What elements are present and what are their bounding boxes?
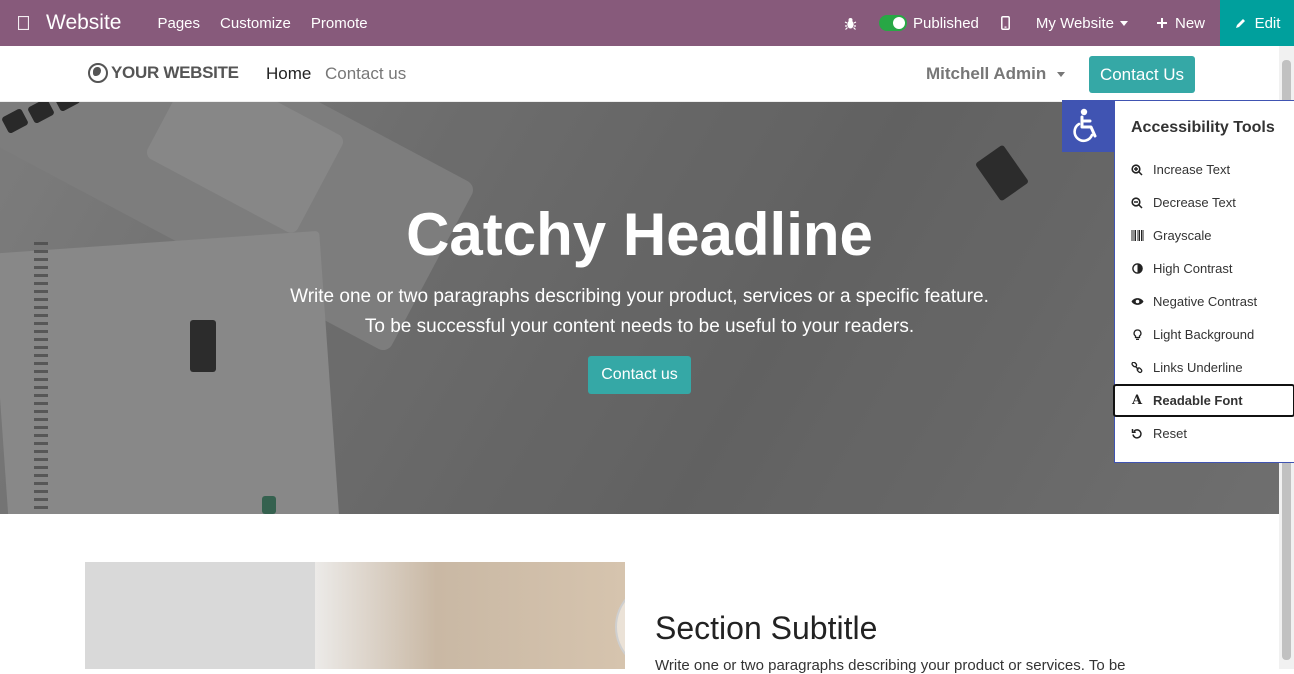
eye-icon xyxy=(1130,295,1144,309)
new-button-label: New xyxy=(1174,14,1205,32)
accessibility-toggle-button[interactable] xyxy=(1062,100,1114,152)
a11y-item-label: High Contrast xyxy=(1153,261,1233,276)
website-switcher[interactable]: My Website xyxy=(1036,15,1128,32)
section-image xyxy=(85,562,625,669)
plus-icon xyxy=(1156,18,1167,28)
section-subtitle: Section Subtitle xyxy=(655,610,878,646)
a11y-grayscale[interactable]: Grayscale xyxy=(1115,219,1294,252)
user-name: Mitchell Admin xyxy=(926,64,1047,83)
a11y-item-label: Reset xyxy=(1153,426,1187,441)
wheelchair-icon xyxy=(1073,108,1097,142)
a11y-item-label: Readable Font xyxy=(1153,393,1243,408)
admin-bar: Website Pages Customize Promote Publishe… xyxy=(0,0,1294,46)
chevron-down-icon xyxy=(1057,72,1065,78)
hero-overlay xyxy=(0,102,1279,514)
hero-headline: Catchy Headline xyxy=(406,201,873,268)
a11y-reset[interactable]: Reset xyxy=(1115,417,1294,450)
globe-icon xyxy=(88,63,108,83)
published-label[interactable]: Published xyxy=(913,15,979,32)
site-logo[interactable]: YOUR WEBSITE xyxy=(88,63,239,83)
edit-button-label: Edit xyxy=(1254,14,1281,32)
window-image xyxy=(85,562,315,669)
section-text: Write one or two paragraphs describing y… xyxy=(655,657,1126,674)
menu-pages[interactable]: Pages xyxy=(157,15,200,32)
a11y-item-label: Light Background xyxy=(1153,327,1255,342)
accessibility-tools-title: Accessibility Tools xyxy=(1131,119,1275,136)
a11y-negative-contrast[interactable]: Negative Contrast xyxy=(1115,285,1294,318)
hero-paragraph-1: Write one or two paragraphs describing y… xyxy=(290,286,989,307)
app-title: Website xyxy=(46,11,122,34)
menu-promote[interactable]: Promote xyxy=(311,15,368,32)
website-navbar: YOUR WEBSITE Home Contact us Mitchell Ad… xyxy=(0,46,1279,102)
link-icon xyxy=(1130,361,1144,375)
lightbulb-icon xyxy=(1130,328,1144,342)
zoom-out-icon xyxy=(1130,196,1144,210)
menu-customize[interactable]: Customize xyxy=(220,15,291,32)
a11y-item-label: Negative Contrast xyxy=(1153,294,1258,309)
a11y-item-label: Increase Text xyxy=(1153,162,1231,177)
nav-link-home[interactable]: Home xyxy=(266,64,311,84)
a11y-item-label: Links Underline xyxy=(1153,360,1243,375)
website-switcher-label: My Website xyxy=(1035,14,1114,32)
mobile-preview-icon[interactable] xyxy=(1000,16,1010,30)
a11y-item-label: Decrease Text xyxy=(1153,195,1236,210)
barcode-icon xyxy=(1130,229,1144,243)
chevron-down-icon xyxy=(1119,20,1128,26)
user-menu[interactable]: Mitchell Admin xyxy=(926,64,1065,84)
hero-contact-button[interactable]: Contact us xyxy=(588,356,691,394)
contact-us-button[interactable]: Contact Us xyxy=(1089,56,1195,93)
hero-banner: Catchy Headline Write one or two paragra… xyxy=(0,102,1279,514)
edit-button[interactable]: Edit xyxy=(1220,0,1294,46)
a11y-decrease-text[interactable]: Decrease Text xyxy=(1115,186,1294,219)
lightbulb-image xyxy=(615,582,625,669)
debug-bug-icon[interactable] xyxy=(844,17,857,30)
pencil-icon xyxy=(1235,18,1245,28)
a11y-links-underline[interactable]: Links Underline xyxy=(1115,351,1294,384)
reset-icon xyxy=(1130,427,1144,441)
a11y-high-contrast[interactable]: High Contrast xyxy=(1115,252,1294,285)
accessibility-tools-panel: Accessibility Tools Increase Text Decrea… xyxy=(1113,100,1294,463)
nav-link-contact[interactable]: Contact us xyxy=(325,64,406,84)
published-toggle[interactable] xyxy=(879,15,908,31)
a11y-increase-text[interactable]: Increase Text xyxy=(1115,153,1294,186)
hero-paragraph-2: To be successful your content needs to b… xyxy=(364,316,915,337)
admin-menu: Pages Customize Promote xyxy=(157,15,367,32)
zoom-in-icon xyxy=(1130,163,1144,177)
apps-menu-icon[interactable] xyxy=(0,0,46,46)
font-icon: A xyxy=(1131,393,1143,408)
a11y-readable-font[interactable]: A Readable Font xyxy=(1113,384,1294,417)
new-button[interactable]: New xyxy=(1156,15,1205,32)
logo-text: YOUR WEBSITE xyxy=(111,63,239,82)
a11y-light-background[interactable]: Light Background xyxy=(1115,318,1294,351)
accessibility-tools-list: Increase Text Decrease Text Grayscale Hi… xyxy=(1113,153,1294,450)
contrast-icon xyxy=(1130,262,1144,276)
a11y-item-label: Grayscale xyxy=(1153,228,1212,243)
